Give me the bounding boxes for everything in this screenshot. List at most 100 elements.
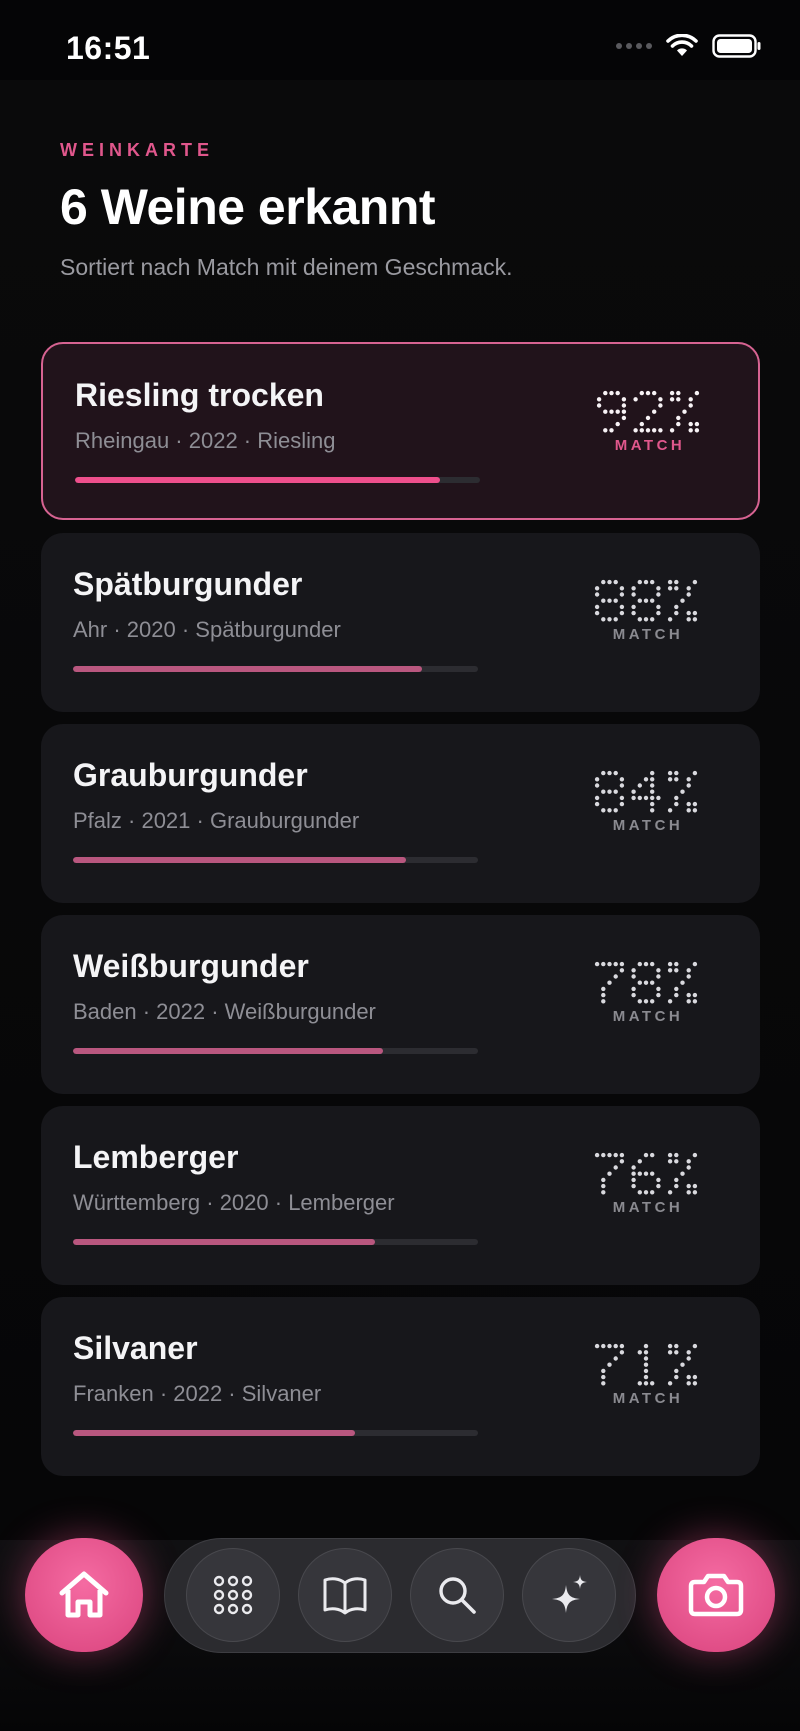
score-dot <box>613 808 618 813</box>
match-score <box>581 1343 711 1386</box>
score-dot <box>667 1381 673 1386</box>
match-block: MATCH <box>581 770 711 834</box>
score-dot <box>650 617 655 622</box>
tab-search[interactable] <box>410 1548 504 1642</box>
match-score <box>581 579 711 622</box>
score-dot <box>594 801 600 807</box>
score-dot <box>643 598 649 603</box>
score-dot <box>613 1356 618 1361</box>
home-icon <box>59 1571 109 1618</box>
score-dot <box>650 999 655 1004</box>
match-score-digits <box>594 1343 698 1386</box>
score-dot <box>652 390 657 396</box>
score-dot <box>682 409 687 414</box>
score-dot <box>601 1381 606 1386</box>
score-dot <box>650 1190 655 1195</box>
score-dot <box>643 980 649 985</box>
score-dot <box>656 1183 661 1189</box>
score-dot <box>619 961 625 967</box>
score-dot <box>601 999 606 1004</box>
book-icon <box>323 1577 367 1615</box>
score-dot <box>621 403 627 408</box>
score-dot <box>692 617 698 622</box>
score-dot <box>667 579 673 585</box>
score-dot <box>594 592 600 597</box>
score-dot <box>594 1343 600 1349</box>
score-dot <box>643 961 649 967</box>
score-dot <box>692 770 698 776</box>
score-dot <box>607 579 612 585</box>
score-dot <box>643 1171 649 1176</box>
wine-card[interactable]: Riesling trocken Rheingau · 2022 · Riesl… <box>41 342 760 520</box>
match-bar-fill <box>75 477 441 483</box>
score-dot <box>596 397 602 402</box>
tab-book[interactable] <box>298 1548 392 1642</box>
score-dot <box>674 968 679 973</box>
score-dot <box>643 1152 649 1158</box>
score-dot <box>601 579 606 585</box>
score-dot <box>631 586 636 591</box>
score-dot <box>601 961 606 967</box>
wifi-icon <box>666 34 698 56</box>
match-bar-fill <box>73 1430 355 1436</box>
score-dot <box>621 409 627 414</box>
score-dot <box>643 1374 649 1380</box>
score-dot <box>674 777 679 782</box>
score-dot <box>667 999 673 1004</box>
match-bar <box>75 477 480 483</box>
tab-sparkle[interactable] <box>522 1548 616 1642</box>
score-dot <box>643 999 649 1004</box>
score-dot <box>601 770 606 776</box>
score-dot <box>607 598 612 603</box>
wine-card[interactable]: Weißburgunder Baden · 2022 · Weißburgund… <box>41 915 760 1094</box>
score-dot <box>643 1190 649 1195</box>
wine-meta: Württemberg · 2020 · Lemberger <box>73 1190 395 1215</box>
wine-card[interactable]: Lemberger Württemberg · 2020 · Lemberger… <box>41 1106 760 1285</box>
wine-card[interactable]: Spätburgunder Ahr · 2020 · Spätburgunder… <box>41 533 760 712</box>
match-score-digits <box>594 961 698 1004</box>
score-dot <box>650 598 655 603</box>
score-dot <box>637 961 642 967</box>
wine-name: Lemberger <box>73 1139 239 1175</box>
wine-card[interactable]: Grauburgunder Pfalz · 2021 · Grauburgund… <box>41 724 760 903</box>
score-dot <box>676 421 681 427</box>
score-dot <box>594 1152 600 1158</box>
score-dot <box>650 1152 655 1158</box>
score-dot <box>680 598 685 603</box>
score-dot <box>613 1165 618 1170</box>
score-dot <box>674 1350 679 1355</box>
score-dot <box>686 1381 691 1386</box>
score-dot <box>601 808 606 813</box>
score-dot <box>601 992 606 998</box>
score-dot <box>688 428 693 433</box>
match-score-digits <box>596 390 700 433</box>
score-dot <box>688 397 693 402</box>
score-dot <box>674 1343 679 1349</box>
page-title: 6 Weine erkannt <box>60 179 436 235</box>
score-dot <box>650 795 655 801</box>
score-dot <box>656 986 661 992</box>
score-dot <box>637 1381 642 1386</box>
wine-card[interactable]: Silvaner Franken · 2022 · Silvaner MATCH <box>41 1297 760 1476</box>
score-dot <box>674 1177 679 1183</box>
camera-button[interactable] <box>657 1538 775 1652</box>
home-button[interactable] <box>25 1538 143 1652</box>
score-dot <box>676 390 681 396</box>
tab-grid[interactable] <box>186 1548 280 1642</box>
score-dot <box>656 592 661 597</box>
score-dot <box>594 795 600 801</box>
score-dot <box>607 808 612 813</box>
score-dot <box>692 808 698 813</box>
score-dot <box>594 783 600 788</box>
score-dot <box>674 1159 679 1164</box>
score-dot <box>619 586 625 591</box>
score-dot <box>658 403 663 408</box>
score-dot <box>688 403 693 408</box>
score-dot <box>645 415 651 421</box>
score-dot <box>650 1171 655 1176</box>
score-dot <box>633 428 638 433</box>
score-dot <box>643 1356 649 1361</box>
score-dot <box>637 783 642 788</box>
score-dot <box>686 999 691 1004</box>
score-dot <box>619 592 625 597</box>
